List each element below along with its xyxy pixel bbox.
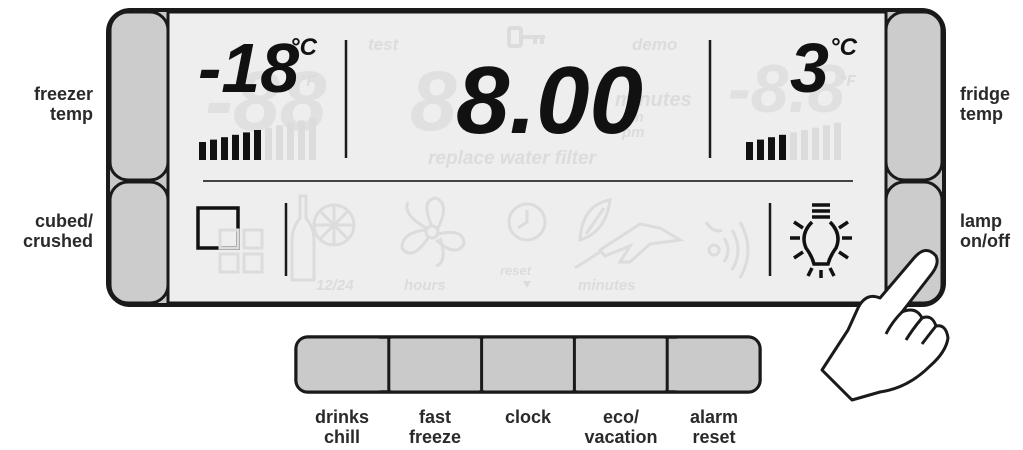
faint-minutes-bottom-label: minutes [578,277,636,294]
clock-label: clock [482,407,574,427]
fridge-temp-button[interactable] [884,10,944,182]
fridge-temp-label-line: temp [960,104,1004,124]
fridge-level-bar [790,132,797,160]
freezer-temp-value: -18 [198,29,299,107]
alarm-reset-button[interactable] [668,338,759,391]
fridge-level-bar [746,142,753,160]
eco-vacation-label: eco/ vacation [575,407,667,447]
fridge-unit: °C [830,34,858,61]
freezer-level-bar [287,122,294,160]
freezer-level-bar [243,132,250,160]
faint-test-label: test [368,35,400,54]
fridge-level-bar [812,127,819,160]
fridge-level-bar [823,125,830,160]
clock-value: 8.00 [456,47,643,154]
fast-freeze-label-line: freeze [408,427,462,447]
faint-12-24-label: 12/24 [316,277,354,294]
cubed-crushed-button[interactable] [108,180,170,305]
drinks-chill-label-line: chill [323,427,360,447]
faint-hours-label: hours [404,277,446,294]
freezer-level-bar [254,130,261,160]
eco-vacation-label-line: eco/ [602,407,640,427]
fridge-level-bar [801,130,808,160]
cubed-crushed-label: cubed/ crushed [23,211,93,251]
eco-vacation-label-line: vacation [584,427,658,447]
clock-label-line: clock [504,407,552,427]
fridge-temp-label: fridge temp [960,84,1010,124]
alarm-reset-label-line: reset [692,427,736,447]
freezer-temp-button[interactable] [108,10,170,182]
control-panel-diagram: -88 8 -8.8 test demo minutes am pm repla… [106,8,950,402]
fast-freeze-button[interactable] [390,338,481,391]
drinks-chill-label-line: drinks [314,407,370,427]
drink-glass-icon [312,203,356,247]
faint-fahrenheit-fridge: °F [840,73,857,90]
lamp-onoff-label-line: lamp [960,211,1003,231]
fridge-temp-value: 3 [790,29,829,107]
fast-freeze-label: fast freeze [389,407,481,447]
freezer-level-bar [210,139,217,160]
freezer-level-bar [199,142,206,160]
faint-reset-label: reset [500,263,532,278]
freezer-level-bar [232,134,239,160]
fast-freeze-label-line: fast [418,407,451,427]
alarm-reset-label: alarm reset [668,407,760,447]
eco-vacation-button[interactable] [575,338,666,391]
cubed-crushed-label-line: crushed [22,231,93,251]
freezer-level-bar [265,127,272,160]
fridge-level-bar [779,134,786,160]
clock-button[interactable] [483,338,573,391]
fridge-temp-label-line: fridge [960,84,1011,104]
lamp-onoff-label-line: on/off [960,231,1010,251]
freezer-level-bar [276,125,283,160]
alarm-reset-label-line: alarm [689,407,739,427]
freezer-temp-label-line: temp [49,104,93,124]
fridge-level-bar [834,122,841,160]
freezer-level-bar [221,137,228,160]
drinks-chill-button[interactable] [297,338,388,391]
freezer-temp-label-line: freezer [33,84,93,104]
freezer-level-bar [298,120,305,160]
freezer-level-bar [309,118,316,160]
cubed-crushed-label-line: cubed/ [34,211,93,231]
lamp-onoff-label: lamp on/off [960,211,1010,251]
freezer-temp-label: freezer temp [34,84,93,124]
fridge-level-bar [757,139,764,160]
clock-ghost-digit: 8 [410,54,457,148]
fridge-level-bar [768,137,775,160]
freezer-unit: °C [290,34,318,61]
faint-fahrenheit-freezer: °F [300,73,317,90]
drinks-chill-label: drinks chill [296,407,388,447]
